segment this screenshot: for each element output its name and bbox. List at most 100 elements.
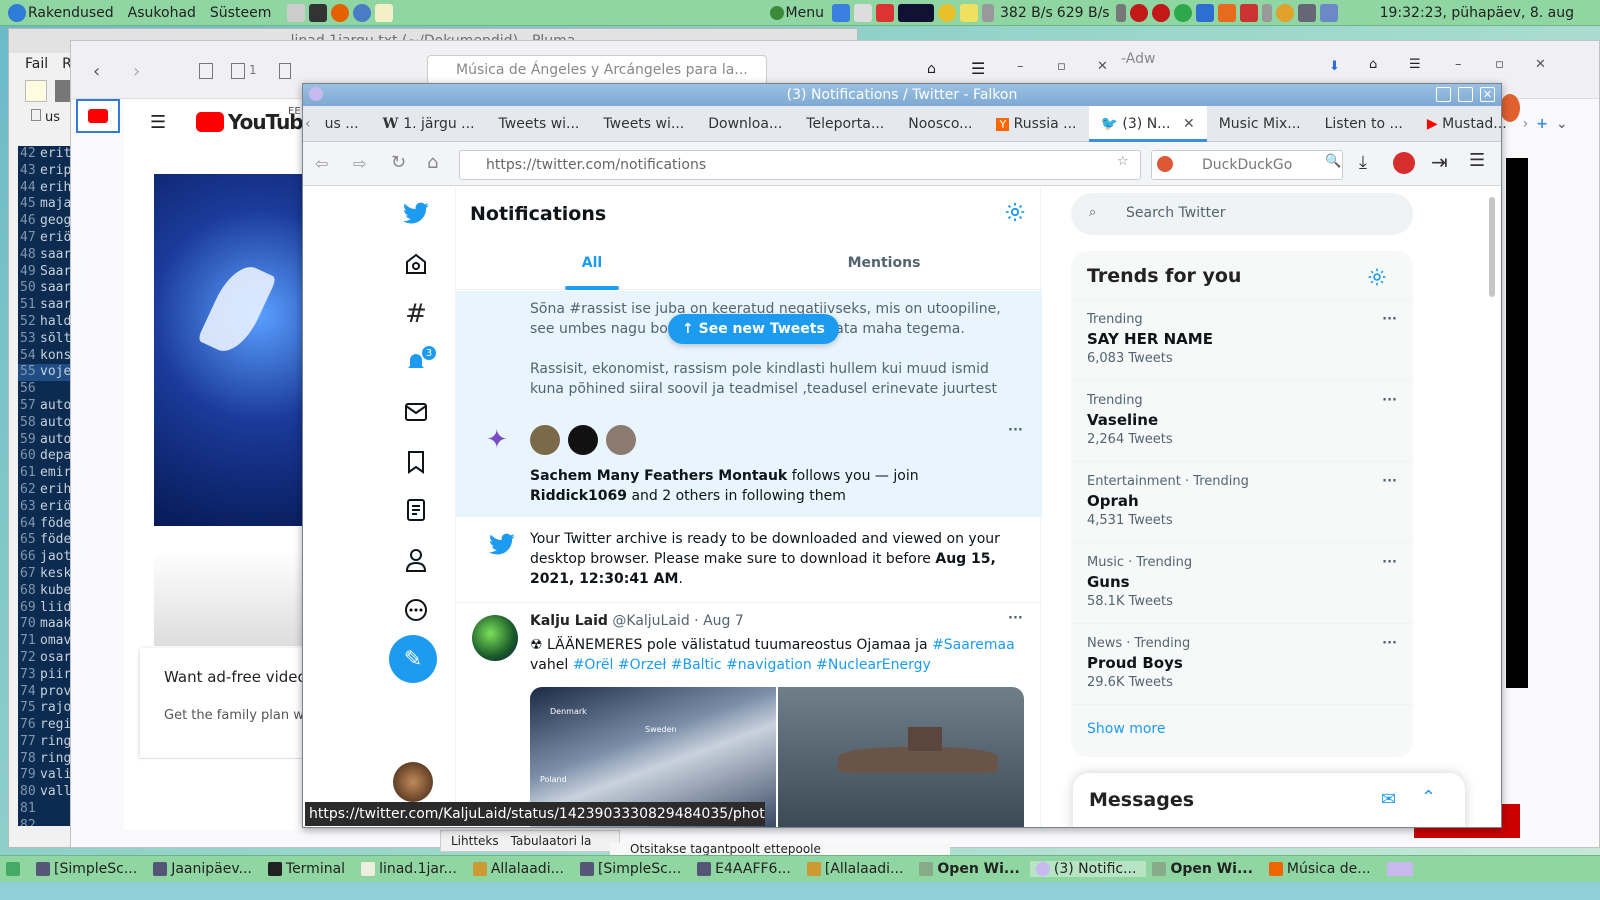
text-line[interactable]: 46 geog [18, 213, 74, 230]
text-line[interactable]: 69 liid [18, 600, 74, 617]
maximize-icon-3[interactable] [1458, 87, 1473, 102]
tabs-right-arrow-icon[interactable]: › [1519, 106, 1533, 142]
compose-tweet-button[interactable]: ✎ [389, 635, 437, 683]
text-line[interactable]: 53 sõlt [18, 331, 74, 348]
text-line[interactable]: 55 voje [18, 364, 74, 382]
taskbar-item[interactable]: linad.1jar... [355, 861, 467, 877]
youtube-logo-icon[interactable] [196, 112, 224, 132]
text-line[interactable]: 45 maja [18, 196, 74, 213]
text-line[interactable]: 49 Saar [18, 264, 74, 281]
tab-5[interactable]: Downloa... [696, 106, 794, 142]
mate-logo-icon[interactable] [8, 3, 26, 22]
twitter-logo-icon[interactable] [399, 197, 433, 231]
messages-drawer[interactable]: Messages ✉ ⌃ [1073, 773, 1465, 827]
language-selector[interactable]: Lihtteks [451, 834, 499, 848]
show-desktop-button[interactable] [0, 862, 30, 876]
tab-3[interactable]: Tweets wi... [487, 106, 592, 142]
text-line[interactable]: 80 vall [18, 784, 74, 801]
menu-system[interactable]: Süsteem [210, 5, 271, 21]
text-line[interactable]: 75 rajo [18, 700, 74, 717]
display-icon[interactable] [1297, 3, 1316, 22]
close-icon[interactable]: ✕ [1097, 59, 1108, 74]
volume-icon[interactable] [1115, 3, 1126, 22]
text-line[interactable]: 67 kesk [18, 566, 74, 583]
reload-icon[interactable]: ↻ [391, 152, 406, 173]
minimize-icon-3[interactable] [1436, 87, 1451, 102]
tab-11[interactable]: Listen to ... [1313, 106, 1415, 142]
taskbar-item[interactable]: [SimpleSc... [574, 861, 691, 877]
trend-more-icon[interactable]: ··· [1382, 555, 1397, 570]
terminal-icon[interactable] [309, 3, 328, 22]
trend-item[interactable]: Music · Trending Guns 58.1K Tweets ··· [1071, 542, 1413, 623]
expand-chevron-icon[interactable]: ⌃ [1421, 787, 1436, 808]
firefox-icon[interactable] [331, 3, 350, 22]
home-icon-3[interactable]: ⌂ [427, 152, 438, 173]
tab-2[interactable]: W 1. järgu ... [371, 106, 487, 142]
search-submit-icon[interactable]: 🔍 [1325, 154, 1341, 169]
text-line[interactable]: 64 föde [18, 516, 74, 533]
more-circle-icon[interactable] [399, 593, 433, 627]
close-icon-2[interactable]: ✕ [1535, 57, 1546, 72]
browser-icon[interactable] [353, 3, 372, 22]
home-icon[interactable]: ⌂ [927, 61, 936, 77]
record-icon[interactable] [1129, 3, 1148, 22]
settings-gear-icon[interactable] [1004, 201, 1026, 227]
check-icon[interactable] [1173, 3, 1192, 22]
text-line[interactable]: 72 osar [18, 650, 74, 667]
text-line[interactable]: 66 jaot [18, 549, 74, 566]
falkon-menu-icon[interactable]: ☰ [1469, 150, 1485, 171]
tab-6[interactable]: Teleporta... [794, 106, 896, 142]
new-message-icon[interactable]: ✉ [1381, 789, 1396, 810]
search-twitter-input[interactable]: ⌕ Search Twitter [1071, 193, 1413, 235]
text-line[interactable]: 63 eriö [18, 499, 74, 516]
tab-all[interactable]: All [456, 237, 728, 290]
download-icon[interactable]: ⤓ [1359, 152, 1367, 173]
bookmarks-icon[interactable] [399, 445, 433, 479]
maximize-icon-2[interactable]: ▫ [1495, 57, 1504, 72]
taskbar-item[interactable]: Open Wi... [913, 861, 1029, 877]
rss-icon[interactable] [876, 3, 894, 22]
text-line[interactable]: 61 emir [18, 465, 74, 482]
back-icon[interactable]: ‹ [93, 61, 100, 82]
text-line[interactable]: 43 erip [18, 163, 74, 180]
text-line[interactable]: 78 ring [18, 751, 74, 768]
text-line[interactable]: 74 prov [18, 684, 74, 701]
taskbar-item[interactable]: Allalaadi... [467, 861, 574, 877]
menu-places[interactable]: Asukohad [128, 5, 196, 21]
taskbar-item[interactable]: E4AAFF6... [691, 861, 801, 877]
text-line[interactable]: 42 erit [18, 146, 74, 163]
tab-4[interactable]: Tweets wi... [591, 106, 696, 142]
follower-avatar-1[interactable] [530, 425, 560, 455]
text-line[interactable]: 58 auto [18, 415, 74, 432]
explore-hashtag-icon[interactable]: # [399, 297, 433, 331]
text-line[interactable]: 71 omav [18, 633, 74, 650]
messages-envelope-icon[interactable] [399, 395, 433, 429]
trash-icon[interactable] [279, 63, 291, 79]
new-document-icon[interactable] [25, 80, 47, 102]
show-more-link[interactable]: Show more [1071, 704, 1413, 757]
menu-icon-2[interactable]: ☰ [1409, 57, 1421, 72]
trend-item[interactable]: Trending SAY HER NAME 6,083 Tweets ··· [1071, 299, 1413, 380]
follow-notification[interactable]: Sachem Many Feathers Montauk follows you… [530, 466, 1010, 506]
lists-icon[interactable] [399, 493, 433, 527]
firefox-url-bar[interactable]: Música de Ángeles y Arcángeles para la..… [427, 55, 767, 85]
text-line[interactable]: 65 föde [18, 532, 74, 549]
text-line[interactable]: 73 piir [18, 667, 74, 684]
home-icon-2[interactable]: ⌂ [1369, 57, 1377, 72]
more-options-icon[interactable]: ··· [1008, 423, 1023, 438]
workspace-switcher[interactable] [1381, 862, 1423, 876]
text-line[interactable]: 44 erih [18, 180, 74, 197]
tabs-icon[interactable] [231, 63, 245, 79]
video-thumbnail[interactable] [154, 174, 304, 526]
tweet-author-name[interactable]: Kalju Laid [530, 613, 608, 629]
follower-avatar-2[interactable] [568, 425, 598, 455]
back-icon-2[interactable]: ⇦ [315, 154, 328, 173]
trend-item[interactable]: Entertainment · Trending Oprah 4,531 Tweet… [1071, 461, 1413, 542]
forward-icon-2[interactable]: ⇨ [353, 154, 366, 173]
adblock-icon[interactable] [1393, 152, 1415, 174]
taskbar-item-active[interactable]: (3) Notific... [1029, 861, 1147, 877]
tab-1[interactable]: us ... [313, 106, 371, 142]
falkon-search-bar[interactable]: DuckDuckGo [1151, 150, 1343, 180]
follower-avatar-3[interactable] [606, 425, 636, 455]
trends-settings-icon[interactable] [1367, 267, 1387, 291]
